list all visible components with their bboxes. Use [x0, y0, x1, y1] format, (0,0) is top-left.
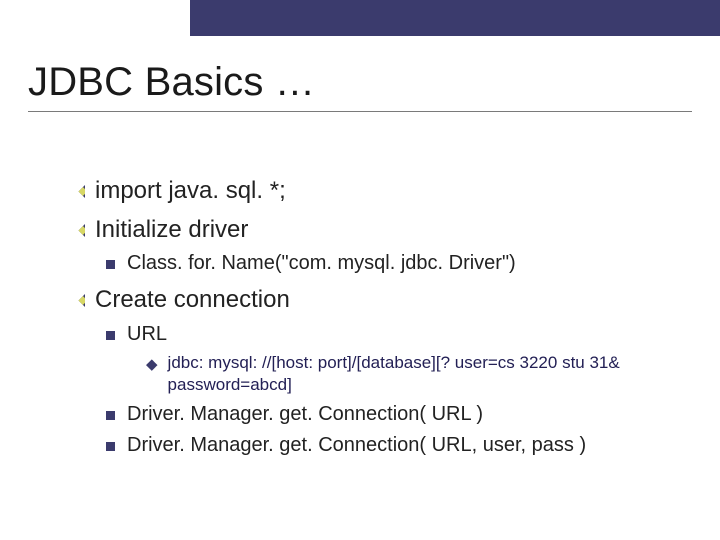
- top-bar: [0, 0, 720, 36]
- diamond-bullet-icon: [72, 224, 85, 237]
- bullet-lvl1: Create connection: [72, 285, 672, 316]
- top-bar-fill: [190, 0, 720, 36]
- square-bullet-icon: [106, 260, 115, 269]
- bullet-text: Initialize driver: [95, 215, 672, 246]
- title-underline: [28, 111, 692, 112]
- bullet-lvl1: Initialize driver: [72, 215, 672, 246]
- bullet-text: Driver. Manager. get. Connection( URL ): [127, 402, 672, 428]
- bullet-text: URL: [127, 322, 672, 348]
- bullet-lvl3: ◆ jdbc: mysql: //[host: port]/[database]…: [146, 352, 672, 396]
- bullet-lvl1: import java. sql. *;: [72, 176, 672, 207]
- slide-content: import java. sql. *; Initialize driver C…: [72, 168, 672, 463]
- bullet-lvl2: Driver. Manager. get. Connection( URL, u…: [106, 433, 672, 459]
- title-block: JDBC Basics …: [28, 60, 692, 112]
- slide-title: JDBC Basics …: [28, 60, 692, 105]
- diamond-bullet-icon: [72, 294, 85, 307]
- square-bullet-icon: [106, 331, 115, 340]
- dot-bullet-icon: ◆: [146, 355, 158, 374]
- bullet-lvl2: URL: [106, 322, 672, 348]
- bullet-lvl2: Driver. Manager. get. Connection( URL ): [106, 402, 672, 428]
- bullet-text: jdbc: mysql: //[host: port]/[database][?…: [168, 352, 672, 396]
- slide: JDBC Basics … import java. sql. *; Initi…: [0, 0, 720, 540]
- bullet-text: import java. sql. *;: [95, 176, 672, 207]
- top-bar-blank: [0, 0, 190, 36]
- bullet-text: Class. for. Name("com. mysql. jdbc. Driv…: [127, 251, 672, 277]
- square-bullet-icon: [106, 411, 115, 420]
- diamond-bullet-icon: [72, 185, 85, 198]
- bullet-text: Create connection: [95, 285, 672, 316]
- square-bullet-icon: [106, 442, 115, 451]
- bullet-lvl2: Class. for. Name("com. mysql. jdbc. Driv…: [106, 251, 672, 277]
- bullet-text: Driver. Manager. get. Connection( URL, u…: [127, 433, 672, 459]
